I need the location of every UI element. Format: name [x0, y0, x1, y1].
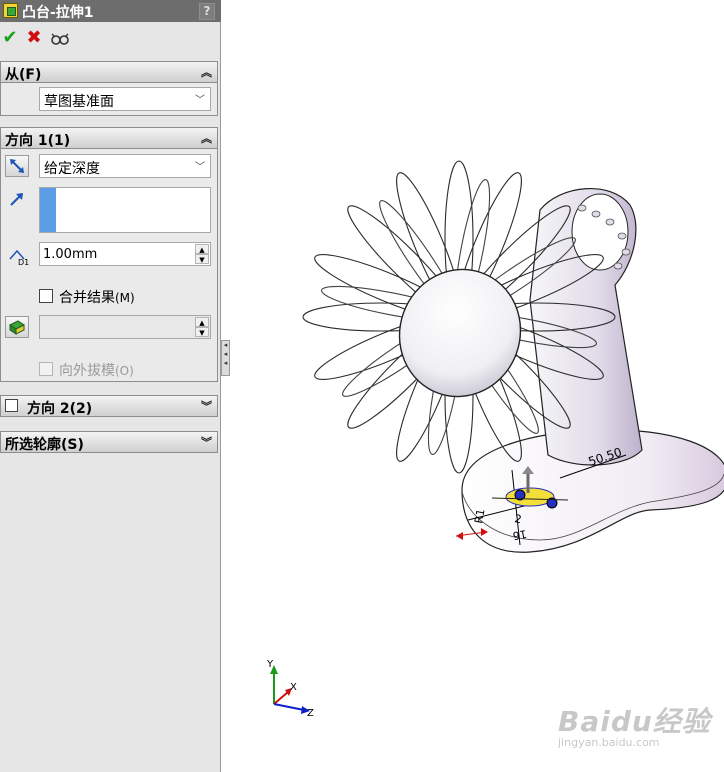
feature-title: 凸台-拉伸1 [22, 5, 94, 21]
section-from-body: 草图基准面 ﹀ [0, 83, 218, 116]
section-from-header[interactable]: 从(F) ︽ [0, 61, 218, 83]
help-button[interactable]: ? [199, 3, 215, 20]
direction2-checkbox[interactable] [5, 399, 18, 412]
section-direction1-header[interactable]: 方向 1(1) ︽ [0, 127, 218, 149]
fan-model[interactable]: 50.50 R1 2 16 Y X Z [230, 0, 724, 772]
detailed-preview-button[interactable] [50, 28, 70, 48]
boss-extrude-icon [3, 3, 18, 18]
svg-text:D1: D1 [18, 258, 29, 267]
direction-reference-list[interactable] [39, 187, 211, 233]
spin-up-button[interactable]: ▲ [195, 244, 209, 254]
draft-outward-label: 向外拔模(O) [59, 363, 134, 379]
section-selected-contours-header[interactable]: 所选轮廓(S) ︾ [0, 431, 218, 453]
section-selected-contours-label: 所选轮廓(S) [5, 437, 84, 453]
draft-outward-checkbox[interactable] [39, 362, 53, 376]
graphics-viewport[interactable]: 50.50 R1 2 16 Y X Z [230, 0, 724, 772]
triad-z-label: Z [307, 708, 314, 719]
chevron-down-icon: ﹀ [195, 95, 205, 106]
dimension-label: R1 [472, 508, 487, 525]
feature-title-bar: 凸台-拉伸1 ? [0, 0, 221, 22]
depth-input[interactable]: 1.00mm ▲ ▼ [39, 242, 211, 266]
collapse-icon: ︽ [201, 66, 212, 79]
depth-value: 1.00mm [43, 247, 98, 262]
start-condition-value: 草图基准面 [44, 94, 114, 110]
spin-down-button[interactable]: ▼ [195, 327, 209, 337]
section-from-label: 从(F) [5, 67, 42, 83]
property-manager: 凸台-拉伸1 ? ✔ ✖ 从(F) ︽ 草图基准面 ﹀ 方向 1(1) ︽ 给定… [0, 0, 221, 772]
ok-button[interactable]: ✔ [0, 28, 20, 48]
cancel-button[interactable]: ✖ [24, 28, 44, 48]
merge-result-checkbox[interactable] [39, 289, 53, 303]
dimension-label: 16 [512, 527, 528, 542]
panel-splitter-handle[interactable]: ◂ ◂ ◂ [221, 340, 230, 376]
spin-down-button[interactable]: ▼ [195, 254, 209, 264]
spin-up-button[interactable]: ▲ [195, 317, 209, 327]
glasses-icon [51, 33, 69, 45]
chevron-down-icon: ﹀ [195, 162, 205, 173]
fan-center-dome [398, 268, 522, 398]
expand-icon: ︾ [201, 436, 212, 449]
draft-angle-input[interactable]: ▲ ▼ [39, 315, 211, 339]
collapse-icon: ︽ [201, 132, 212, 145]
watermark: Baidu经验 jingyan.baidu.com [558, 700, 711, 749]
end-condition-select[interactable]: 给定深度 ﹀ [39, 154, 211, 178]
end-condition-value: 给定深度 [44, 161, 100, 177]
section-direction2-label: 方向 2(2) [27, 401, 93, 417]
section-direction1-label: 方向 1(1) [5, 133, 71, 149]
draft-toggle-button[interactable] [5, 316, 29, 338]
watermark-logo: Baidu经验 [558, 705, 711, 738]
expand-icon: ︾ [201, 400, 212, 413]
triad-x-label: X [290, 682, 297, 693]
direction-vector-icon [7, 189, 27, 209]
selection-highlight [40, 188, 56, 232]
section-direction2-header[interactable]: 方向 2(2) ︾ [0, 395, 218, 417]
merge-result-label: 合并结果(M) [59, 290, 135, 306]
section-direction1-body: 给定深度 ﹀ D1 1.00mm ▲ ▼ 合并结果(M) ▲ ▼ 向外拔模(O) [0, 149, 218, 382]
watermark-url: jingyan.baidu.com [558, 736, 660, 749]
reverse-direction-button[interactable] [5, 155, 29, 177]
draft-icon [9, 320, 25, 335]
triad-y-label: Y [266, 659, 274, 670]
depth-d1-icon: D1 [7, 245, 29, 267]
start-condition-select[interactable]: 草图基准面 ﹀ [39, 87, 211, 111]
reverse-direction-icon [10, 159, 24, 173]
